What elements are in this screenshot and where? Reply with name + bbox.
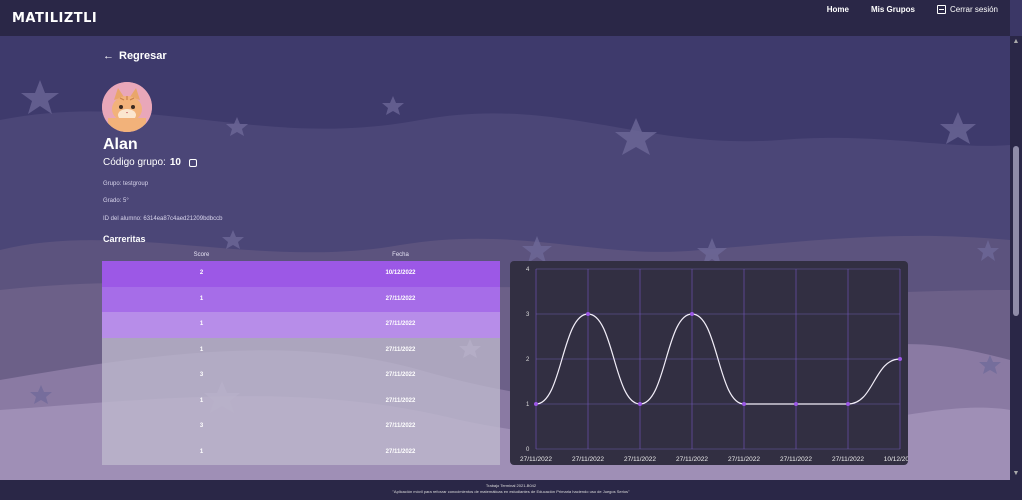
x-tick-label: 27/11/2022 (520, 456, 552, 463)
back-label: Regresar (119, 50, 167, 62)
cell-score: 1 (199, 346, 204, 353)
cell-score: 1 (199, 397, 204, 404)
table-row: 1 27/11/2022 (102, 337, 500, 363)
table-header: Score Fecha (102, 249, 500, 261)
x-tick-label: 27/11/2022 (780, 456, 812, 463)
scroll-thumb[interactable] (1013, 146, 1019, 316)
scores-table: Score Fecha 2 10/12/2022 1 27/11/2022 1 … (102, 249, 500, 465)
y-tick-label: 2 (526, 357, 530, 363)
logout-link[interactable]: Cerrar sesión (936, 4, 998, 14)
data-point (794, 402, 798, 406)
table-row: 1 27/11/2022 (102, 312, 500, 338)
header-score: Score (193, 252, 210, 258)
table-row: 3 27/11/2022 (102, 414, 500, 440)
nav-groups-link[interactable]: Mis Grupos (871, 5, 915, 14)
cell-score: 3 (199, 423, 204, 429)
x-tick-label: 27/11/2022 (728, 456, 760, 463)
cell-date: 10/12/2022 (385, 270, 416, 276)
x-tick-label: 27/11/2022 (572, 456, 604, 463)
arrow-left-icon: ← (103, 50, 114, 62)
student-id-info: ID del alumno: 6314ea87c4aed21209bdbccb (103, 216, 223, 222)
data-point (898, 357, 902, 361)
data-point (534, 402, 538, 406)
x-tick-label: 27/11/2022 (676, 456, 708, 463)
vertical-scrollbar[interactable]: ▲ ▼ (1010, 36, 1022, 480)
header-date: Fecha (392, 252, 409, 258)
y-tick-label: 4 (526, 267, 530, 273)
cell-date: 27/11/2022 (385, 346, 416, 353)
cell-date: 27/11/2022 (385, 397, 416, 404)
grade-info: Grado: 5° (103, 198, 129, 204)
cell-date: 27/11/2022 (385, 423, 416, 429)
top-navbar: MATILIZTLI Home Mis Grupos Cerrar sesión (0, 0, 1010, 36)
scroll-down-arrow-icon[interactable]: ▼ (1012, 470, 1020, 478)
data-point (846, 402, 850, 406)
nav-links: Home Mis Grupos Cerrar sesión (827, 4, 998, 14)
score-chart: 0 1 2 3 4 27/11/2022 27/11/2022 27/11/2022 27/11… (510, 261, 917, 465)
score-line-chart: 0 1 2 3 4 27/11/2022 27/11/2022 27/11/2022 27/11… (520, 267, 917, 463)
group-info: Grupo: testgroup (103, 181, 149, 187)
table-row: 1 27/11/2022 (102, 388, 500, 414)
table-row: 1 27/11/2022 (102, 439, 500, 465)
logout-icon (936, 4, 946, 14)
table-row: 3 27/11/2022 (102, 363, 500, 389)
table-row: 1 27/11/2022 (102, 286, 500, 312)
x-tick-label: 27/11/2022 (624, 456, 656, 463)
avatar (102, 82, 152, 132)
group-code: Código grupo: 10 (103, 157, 197, 168)
group-code-value: 10 (169, 157, 181, 168)
brand-logo[interactable]: MATILIZTLI (12, 11, 97, 26)
cell-date: 27/11/2022 (385, 372, 416, 378)
data-point (638, 402, 642, 406)
table-row: 2 10/12/2022 (102, 261, 500, 287)
y-tick-label: 3 (526, 312, 530, 318)
cat-avatar-icon (102, 82, 152, 132)
cell-score: 1 (199, 448, 204, 455)
y-tick-label: 0 (526, 447, 530, 453)
logout-label: Cerrar sesión (949, 4, 998, 14)
main-content: ← Regresar Alan Código grupo: 10 Grupo: … (0, 36, 1010, 480)
cell-date: 27/11/2022 (385, 448, 416, 455)
footer: Trabajo Terminal 2021-B042 "Aplicación m… (0, 480, 1022, 500)
cell-score: 2 (199, 270, 204, 276)
game-section-title: Carreritas (103, 234, 146, 244)
scroll-up-arrow-icon[interactable]: ▲ (1012, 38, 1020, 46)
cell-date: 27/11/2022 (385, 321, 416, 327)
cell-score: 3 (199, 372, 204, 378)
cell-date: 27/11/2022 (385, 295, 416, 302)
footer-line-2: "Aplicación móvil para reforzar conocimi… (392, 489, 630, 494)
cell-score: 1 (199, 321, 204, 327)
cell-score: 1 (199, 295, 204, 302)
y-tick-label: 1 (526, 402, 530, 408)
data-point (690, 312, 694, 316)
x-tick-label: 27/11/2022 (832, 456, 864, 463)
data-point (586, 312, 590, 316)
x-tick-label: 10/12/2022 (884, 456, 908, 463)
copy-icon[interactable] (188, 158, 197, 167)
data-point (742, 402, 746, 406)
nav-home-link[interactable]: Home (827, 5, 849, 14)
student-name: Alan (103, 136, 138, 153)
group-code-label: Código grupo: (103, 157, 166, 168)
back-button[interactable]: ← Regresar (103, 50, 167, 62)
